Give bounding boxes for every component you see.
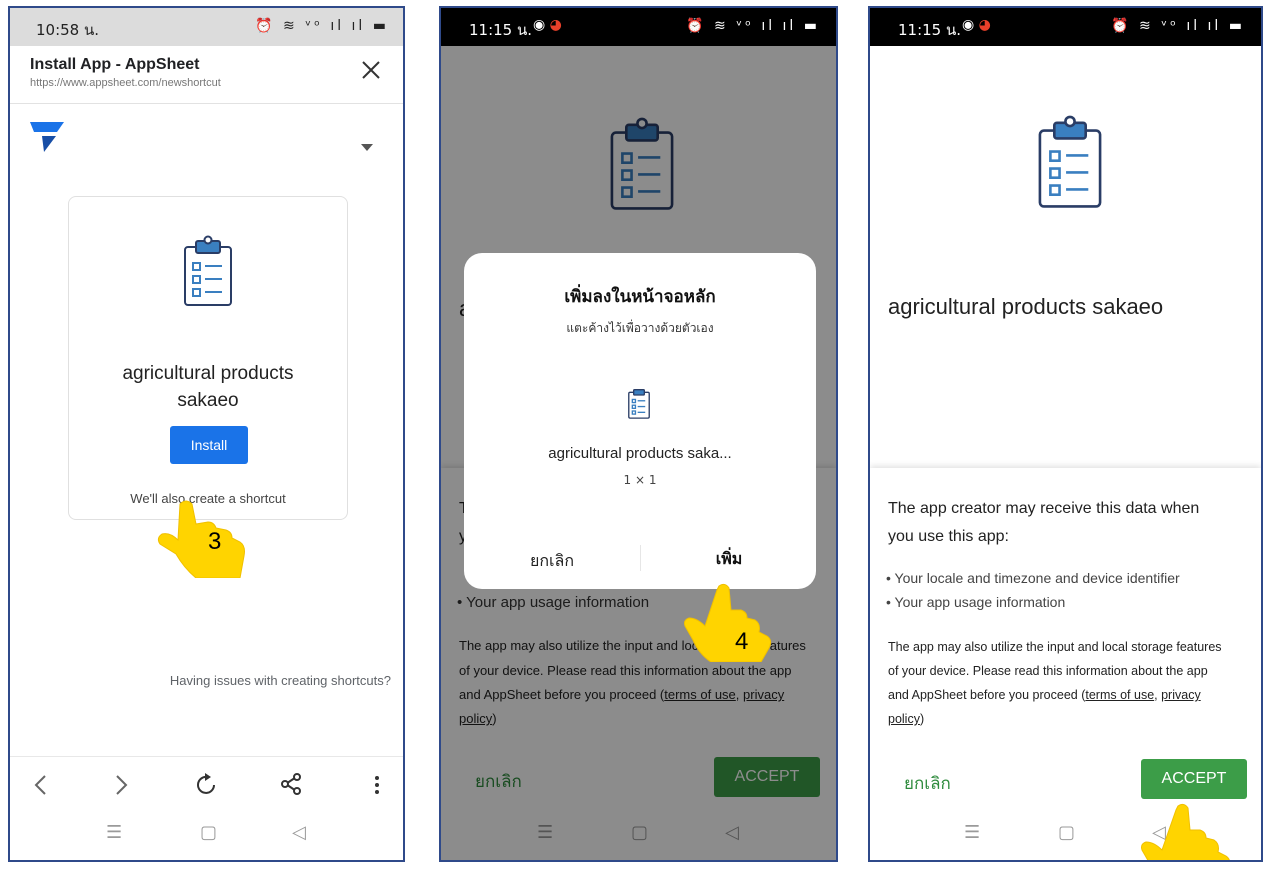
more-options-icon[interactable] — [374, 775, 380, 799]
body-line-4: policy) — [888, 712, 924, 726]
step-number-3: 3 — [208, 528, 222, 555]
system-nav-bar: ☰ ▢ ◁ — [10, 808, 403, 860]
dialog-add-button[interactable]: เพิ่ม — [642, 547, 816, 572]
account-dropdown-icon[interactable] — [361, 136, 373, 155]
body-line-3-prefix: and AppSheet before you proceed ( — [888, 688, 1086, 702]
widget-clipboard-icon — [627, 387, 651, 423]
body-line-3: and AppSheet before you proceed (terms o… — [888, 688, 1201, 702]
forward-icon[interactable] — [116, 775, 128, 799]
status-time: 11:15 น. — [469, 21, 533, 39]
consent-heading-line2: you use this app: — [888, 528, 1009, 545]
app-name-line2: sakaeo — [177, 390, 239, 411]
share-icon[interactable] — [280, 773, 302, 799]
status-bar: 11:15 น. ◉ ◕ ⏰ ≋ ᵛᵒ ıl ıl ▬ — [870, 8, 1261, 46]
status-icons: ⏰ ≋ ᵛᵒ ıl ıl ▬ — [255, 18, 389, 34]
status-bar: 11:15 น. ◉ ◕ ⏰ ≋ ᵛᵒ ıl ıl ▬ — [441, 8, 836, 46]
widget-name: agricultural products saka... — [548, 445, 732, 462]
notification-icons: ◉ ◕ — [533, 17, 562, 33]
widget-size: 1 × 1 — [623, 473, 657, 487]
step-number-4: 4 — [735, 628, 749, 655]
pointing-hand-5: 5 — [1138, 802, 1238, 860]
reload-icon[interactable] — [196, 773, 218, 801]
close-paren: ) — [919, 712, 925, 726]
status-icons: ⏰ ≋ ᵛᵒ ıl ıl ▬ — [686, 18, 820, 34]
home-nav-icon[interactable]: ▢ — [1058, 822, 1075, 843]
body-line-1: The app may also utilize the input and l… — [888, 640, 1222, 654]
browser-toolbar — [10, 756, 403, 812]
consent-bullet-1: • Your locale and timezone and device id… — [886, 570, 1180, 586]
step-number-5: 5 — [1194, 856, 1207, 860]
menu-nav-icon[interactable]: ☰ — [106, 822, 122, 843]
consent-heading-line1: The app creator may receive this data wh… — [888, 500, 1200, 517]
clipboard-icon — [182, 235, 234, 311]
menu-nav-icon[interactable]: ☰ — [964, 822, 980, 843]
app-name-line1: agricultural products — [122, 363, 294, 384]
page-title: Install App - AppSheet — [30, 56, 200, 73]
dialog-title: เพิ่มลงในหน้าจอหลัก — [564, 287, 716, 307]
privacy-policy-link[interactable]: privacy — [1161, 688, 1201, 702]
dialog-subtitle: แตะค้างไว้เพื่อวางด้วยตัวเอง — [566, 321, 714, 335]
install-button[interactable]: Install — [170, 426, 248, 464]
add-to-home-dialog: เพิ่มลงในหน้าจอหลัก แตะค้างไว้เพื่อวางด้… — [464, 253, 816, 589]
home-nav-icon[interactable]: ▢ — [200, 822, 217, 843]
status-icons: ⏰ ≋ ᵛᵒ ıl ıl ▬ — [1111, 18, 1245, 34]
status-time: 11:15 น. — [898, 21, 962, 39]
clipboard-icon — [1036, 114, 1104, 214]
dialog-cancel-button[interactable]: ยกเลิก — [464, 549, 640, 574]
consent-bullet-2: • Your app usage information — [886, 594, 1066, 610]
terms-of-use-link[interactable]: terms of use — [1085, 688, 1154, 702]
close-icon[interactable] — [361, 60, 381, 80]
notification-icons: ◉ ◕ — [962, 17, 991, 33]
app-name: agricultural products sakaeo — [888, 294, 1164, 319]
back-nav-icon[interactable]: ◁ — [292, 822, 306, 843]
browser-header: Install App - AppSheet https://www.appsh… — [10, 46, 403, 104]
accept-button[interactable]: ACCEPT — [1141, 759, 1247, 799]
phone-screen-add-to-home: 11:15 น. ◉ ◕ ⏰ ≋ ᵛᵒ ıl ıl ▬ a T y • Your… — [439, 6, 838, 862]
appsheet-logo-icon — [30, 122, 64, 156]
phone-screen-install: 10:58 น. ⏰ ≋ ᵛᵒ ıl ıl ▬ Install App - Ap… — [8, 6, 405, 862]
pointing-hand-4: 4 — [683, 582, 773, 666]
dialog-divider — [640, 545, 641, 571]
page-url: https://www.appsheet.com/newshortcut — [30, 77, 221, 89]
cancel-button[interactable]: ยกเลิก — [904, 770, 951, 797]
status-bar: 10:58 น. ⏰ ≋ ᵛᵒ ıl ıl ▬ — [10, 8, 403, 46]
back-icon[interactable] — [34, 775, 46, 799]
pointing-hand-3: 3 — [156, 498, 246, 582]
body-line-2: of your device. Please read this informa… — [888, 664, 1208, 678]
status-time: 10:58 น. — [36, 21, 100, 39]
shortcut-issues-link[interactable]: Having issues with creating shortcuts? — [170, 673, 391, 688]
policy-link[interactable]: policy — [888, 712, 920, 726]
install-card: agricultural products sakaeo Install We'… — [68, 196, 348, 520]
phone-screen-consent: 11:15 น. ◉ ◕ ⏰ ≋ ᵛᵒ ıl ıl ▬ agricultural… — [868, 6, 1263, 862]
